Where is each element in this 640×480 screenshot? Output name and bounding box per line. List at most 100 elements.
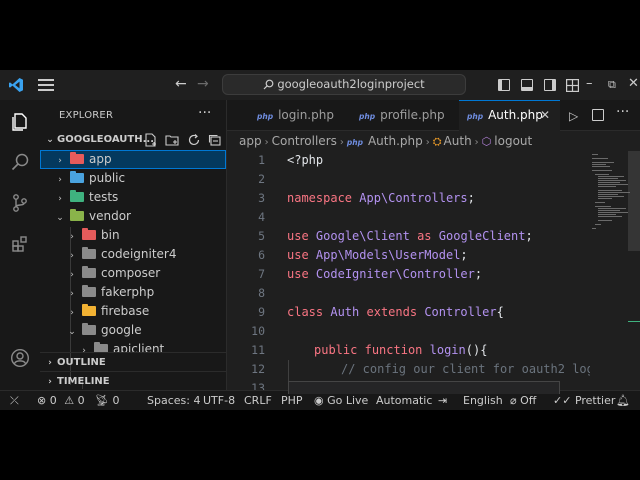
line-number: 4: [258, 210, 265, 224]
breadcrumb-file[interactable]: Auth.php: [368, 134, 423, 148]
folder-bin-icon: [82, 228, 96, 240]
chevron-right-icon: ›: [425, 137, 430, 148]
remote-icon[interactable]: ⤫: [10, 391, 19, 410]
accounts-icon[interactable]: [10, 348, 30, 368]
new-folder-icon[interactable]: [165, 133, 180, 147]
run-icon[interactable]: ▷: [569, 109, 578, 123]
back-arrow-icon[interactable]: ←: [175, 76, 187, 92]
indentation-status[interactable]: Spaces: 4: [147, 391, 200, 410]
error-count: 0: [49, 394, 57, 407]
project-section-header[interactable]: ⌄ GOOGLEOAUTH...: [40, 130, 226, 150]
source-control-icon[interactable]: [10, 193, 30, 213]
tree-item-tests[interactable]: › tests: [40, 188, 226, 207]
outline-section-header[interactable]: › OUTLINE: [40, 352, 226, 372]
tab-auth-php[interactable]: php Auth.php ✕: [459, 100, 560, 131]
line-number: 8: [258, 286, 265, 300]
php-file-icon: php: [257, 112, 274, 121]
code-line: 6 use App\Models\UserModel;: [227, 246, 627, 265]
ports-indicator[interactable]: 📡︎ 0: [95, 391, 119, 410]
code-line: 11 public function login(){: [227, 341, 627, 360]
warning-icon: ⚠: [64, 394, 75, 407]
tree-item-apiclient[interactable]: › apiclient: [40, 340, 226, 352]
code-token: as: [417, 229, 432, 243]
chevron-right-icon: ›: [264, 137, 269, 148]
tree-item-composer[interactable]: › composer: [40, 264, 226, 283]
vscode-logo-icon: [9, 78, 23, 92]
breadcrumb-controllers[interactable]: Controllers: [272, 134, 337, 148]
ports-count: 0: [112, 394, 120, 407]
tree-item-label: app: [89, 152, 112, 166]
folder-icon: [82, 247, 96, 259]
broadcast-icon: 📡︎: [95, 394, 109, 407]
bell-off-icon: ⌀: [510, 394, 517, 407]
code-token: CodeIgniter\Controller: [315, 267, 475, 281]
chevron-right-icon: ›: [82, 346, 86, 352]
chevron-right-icon: ›: [474, 137, 479, 148]
toggle-primary-sidebar-icon[interactable]: [498, 79, 510, 91]
search-icon: [263, 79, 274, 90]
tree-item-vendor[interactable]: ⌄ vendor: [40, 207, 226, 226]
encoding-status[interactable]: UTF-8: [203, 391, 235, 410]
toggle-secondary-sidebar-icon[interactable]: [544, 79, 556, 91]
close-icon[interactable]: ✕: [628, 76, 639, 91]
restore-icon[interactable]: ⧉: [608, 78, 616, 92]
extensions-icon[interactable]: [10, 234, 30, 254]
code-editor[interactable]: 1 <?php 2 3 namespace App\Controllers; 4 5…: [227, 151, 627, 390]
breadcrumb-app[interactable]: app: [239, 134, 262, 148]
menu-icon[interactable]: [38, 79, 54, 91]
double-check-icon: ✓✓: [553, 394, 572, 407]
tab-login-php[interactable]: php login.php: [257, 100, 334, 130]
code-token: use: [287, 229, 309, 243]
line-number: 9: [258, 305, 265, 319]
code-line: 5 use Google\Client as GoogleClient;: [227, 227, 627, 246]
line-number: 5: [258, 229, 265, 243]
tab-close-icon[interactable]: ✕: [540, 101, 550, 129]
refresh-icon[interactable]: [187, 133, 201, 147]
tree-item-google[interactable]: ⌄ google: [40, 321, 226, 340]
search-icon[interactable]: [10, 152, 30, 172]
explorer-icon[interactable]: [10, 112, 30, 132]
toggle-panel-icon[interactable]: [521, 79, 533, 91]
line-number: 2: [258, 172, 265, 186]
tab-label: login.php: [278, 108, 334, 122]
error-icon: ⊗: [37, 394, 47, 407]
code-line: 1 <?php: [227, 151, 627, 170]
folder-public-icon: [70, 171, 84, 183]
minimize-icon[interactable]: –: [586, 76, 593, 91]
editor-scrollbar-thumb[interactable]: [628, 151, 640, 251]
more-actions-icon[interactable]: ···: [616, 104, 629, 120]
tree-item-label: firebase: [101, 304, 150, 318]
problems-indicator[interactable]: ⊗ 0 ⚠ 0: [37, 391, 85, 410]
command-center-search[interactable]: googleoauth2loginproject: [222, 74, 466, 95]
folder-app-icon: [70, 152, 84, 164]
more-actions-icon[interactable]: ···: [198, 105, 211, 121]
new-file-icon[interactable]: [144, 133, 158, 147]
tree-item-public[interactable]: › public: [40, 169, 226, 188]
eol-status[interactable]: CRLF: [244, 391, 272, 410]
code-token: (){: [465, 343, 488, 357]
tree-item-firebase[interactable]: › firebase: [40, 302, 226, 321]
tree-item-fakerphp[interactable]: › fakerphp: [40, 283, 226, 302]
collapse-all-icon[interactable]: [208, 133, 222, 147]
tab-profile-php[interactable]: php profile.php: [359, 100, 445, 130]
tree-item-codeigniter4[interactable]: › codeigniter4: [40, 245, 226, 264]
breadcrumb-class[interactable]: Auth: [444, 134, 472, 148]
notifications-bell-icon[interactable]: 🔔︎: [616, 391, 630, 410]
tree-item-label: google: [101, 323, 142, 337]
tree-item-bin[interactable]: › bin: [40, 226, 226, 245]
warning-count: 0: [77, 394, 85, 407]
folder-vendor-icon: [70, 209, 84, 221]
folder-icon: [82, 266, 96, 278]
prettier-status[interactable]: ✓✓ Prettier: [553, 391, 615, 410]
customize-layout-icon[interactable]: [566, 79, 579, 92]
code-token: namespace: [287, 191, 353, 205]
breadcrumb-method[interactable]: logout: [494, 134, 532, 148]
code-line: 2: [227, 170, 627, 189]
forward-arrow-icon[interactable]: →: [197, 76, 209, 92]
class-symbol-icon: ⛭: [432, 135, 442, 148]
tree-item-app[interactable]: › app: [40, 150, 226, 169]
timeline-section-header[interactable]: › TIMELINE: [40, 371, 226, 390]
split-editor-icon[interactable]: [592, 109, 604, 121]
php-file-icon: php: [467, 112, 484, 121]
search-text: googleoauth2loginproject: [277, 77, 425, 91]
